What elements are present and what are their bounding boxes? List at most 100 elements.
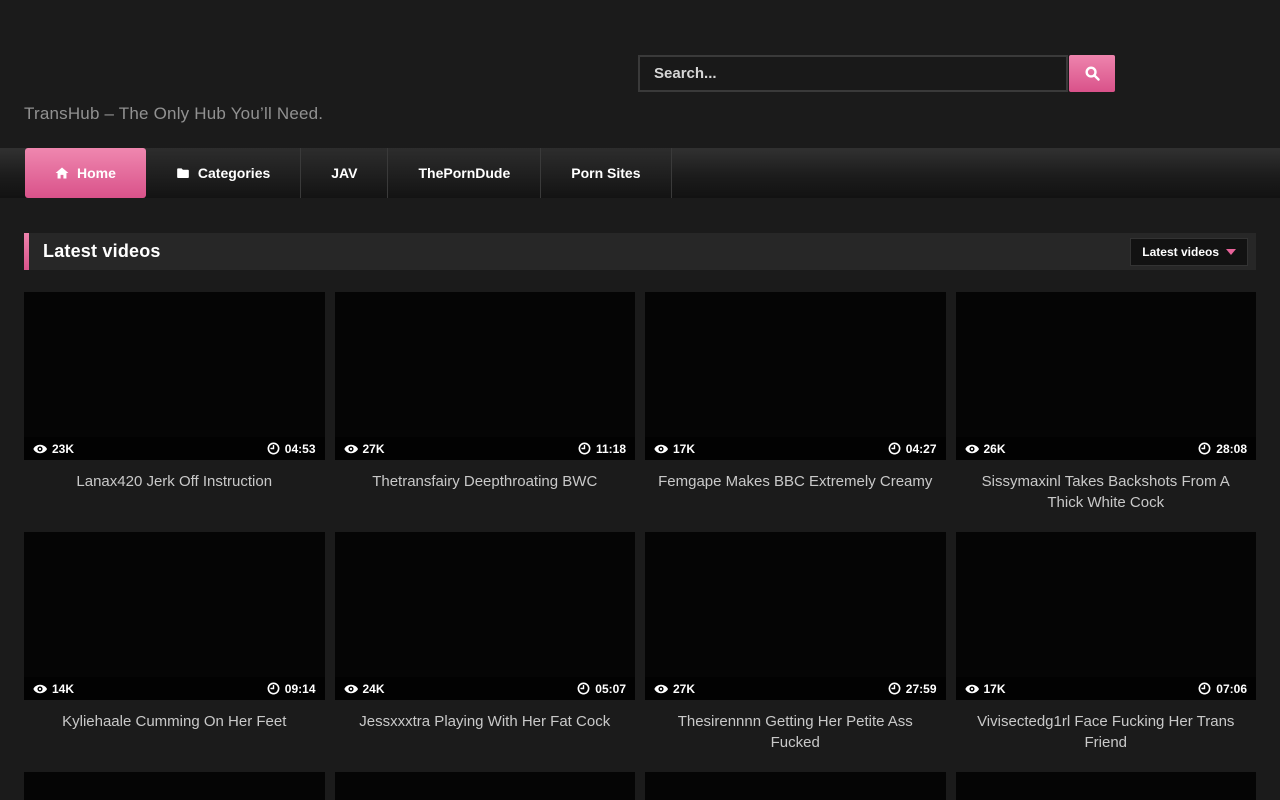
nav-item-theporndude[interactable]: ThePornDude xyxy=(388,148,541,198)
nav-item-jav[interactable]: JAV xyxy=(301,148,388,198)
video-stats-bar: 27K 27:59 xyxy=(645,677,946,700)
clock-icon xyxy=(577,682,590,695)
views-count: 23K xyxy=(52,442,74,456)
views-count: 27K xyxy=(673,682,695,696)
eye-icon xyxy=(344,442,358,456)
duration-value: 05:07 xyxy=(595,682,626,696)
duration-stat: 05:07 xyxy=(577,682,626,696)
duration-stat: 04:53 xyxy=(267,442,316,456)
eye-icon xyxy=(965,442,979,456)
duration-stat: 27:59 xyxy=(888,682,937,696)
search-input[interactable] xyxy=(638,55,1068,92)
video-title[interactable]: Vivisectedg1rl Face Fucking Her Trans Fr… xyxy=(956,700,1257,772)
views-stat: 27K xyxy=(654,682,695,696)
video-thumbnail[interactable]: 27K 11:18 xyxy=(335,292,636,460)
folder-icon xyxy=(176,166,190,180)
video-thumbnail[interactable]: 23K 04:53 xyxy=(24,292,325,460)
nav-item-categories[interactable]: Categories xyxy=(146,148,301,198)
clock-icon xyxy=(1198,442,1211,455)
video-card[interactable]: 17K 04:27 Femgape Makes BBC Extremely Cr… xyxy=(645,292,946,532)
video-stats-bar: 27K 11:18 xyxy=(335,437,636,460)
video-card[interactable]: 26K 28:08 Sissymaxinl Takes Backshots Fr… xyxy=(956,292,1257,532)
section-title: Latest videos xyxy=(43,241,161,262)
views-count: 17K xyxy=(984,682,1006,696)
video-thumbnail[interactable] xyxy=(24,772,325,800)
video-title[interactable]: Femgape Makes BBC Extremely Creamy xyxy=(645,460,946,532)
nav-item-label: Home xyxy=(77,165,116,181)
section-header: Latest videos Latest videos xyxy=(24,233,1256,270)
views-stat: 27K xyxy=(344,442,385,456)
views-stat: 17K xyxy=(654,442,695,456)
video-card[interactable] xyxy=(956,772,1257,800)
duration-stat: 07:06 xyxy=(1198,682,1247,696)
eye-icon xyxy=(33,442,47,456)
video-thumbnail[interactable]: 17K 07:06 xyxy=(956,532,1257,700)
clock-icon xyxy=(1198,682,1211,695)
video-thumbnail[interactable]: 17K 04:27 xyxy=(645,292,946,460)
video-grid: 23K 04:53 Lanax420 Jerk Off Instruction … xyxy=(24,292,1256,800)
clock-icon xyxy=(888,682,901,695)
search-form xyxy=(638,55,1115,92)
nav-menu: Home Categories JAV ThePornDude Porn Sit… xyxy=(25,148,1280,198)
views-count: 14K xyxy=(52,682,74,696)
video-thumbnail[interactable]: 24K 05:07 xyxy=(335,532,636,700)
nav-item-label: JAV xyxy=(331,165,357,181)
clock-icon xyxy=(578,442,591,455)
video-thumbnail[interactable] xyxy=(956,772,1257,800)
video-card[interactable]: 27K 11:18 Thetransfairy Deepthroating BW… xyxy=(335,292,636,532)
video-thumbnail[interactable] xyxy=(645,772,946,800)
nav-item-label: Porn Sites xyxy=(571,165,640,181)
video-title[interactable]: Sissymaxinl Takes Backshots From A Thick… xyxy=(956,460,1257,532)
duration-value: 04:53 xyxy=(285,442,316,456)
duration-value: 07:06 xyxy=(1216,682,1247,696)
views-stat: 14K xyxy=(33,682,74,696)
eye-icon xyxy=(33,682,47,696)
site-header: TransHub – The Only Hub You’ll Need. xyxy=(0,0,1280,148)
caret-down-icon xyxy=(1226,249,1236,255)
duration-value: 11:18 xyxy=(596,442,626,456)
duration-value: 09:14 xyxy=(285,682,316,696)
views-stat: 17K xyxy=(965,682,1006,696)
eye-icon xyxy=(344,682,358,696)
video-thumbnail[interactable] xyxy=(335,772,636,800)
main-content: Latest videos Latest videos 23K 04:53 xyxy=(24,233,1256,800)
clock-icon xyxy=(267,442,280,455)
search-button[interactable] xyxy=(1069,55,1115,92)
video-card[interactable]: 17K 07:06 Vivisectedg1rl Face Fucking He… xyxy=(956,532,1257,772)
duration-stat: 11:18 xyxy=(578,442,626,456)
eye-icon xyxy=(654,442,668,456)
video-stats-bar: 24K 05:07 xyxy=(335,677,636,700)
video-card[interactable]: 24K 05:07 Jessxxxtra Playing With Her Fa… xyxy=(335,532,636,772)
video-thumbnail[interactable]: 14K 09:14 xyxy=(24,532,325,700)
views-stat: 26K xyxy=(965,442,1006,456)
views-count: 17K xyxy=(673,442,695,456)
sort-dropdown-button[interactable]: Latest videos xyxy=(1130,238,1248,266)
duration-value: 04:27 xyxy=(906,442,937,456)
video-stats-bar: 23K 04:53 xyxy=(24,437,325,460)
video-title[interactable]: Jessxxxtra Playing With Her Fat Cock xyxy=(335,700,636,772)
video-card[interactable]: 23K 04:53 Lanax420 Jerk Off Instruction xyxy=(24,292,325,532)
video-card[interactable] xyxy=(335,772,636,800)
video-card[interactable]: 27K 27:59 Thesirennnn Getting Her Petite… xyxy=(645,532,946,772)
nav-item-porn-sites[interactable]: Porn Sites xyxy=(541,148,671,198)
nav-item-home[interactable]: Home xyxy=(25,148,146,198)
duration-stat: 04:27 xyxy=(888,442,937,456)
duration-value: 27:59 xyxy=(906,682,937,696)
duration-stat: 09:14 xyxy=(267,682,316,696)
video-title[interactable]: Thesirennnn Getting Her Petite Ass Fucke… xyxy=(645,700,946,772)
video-title[interactable]: Thetransfairy Deepthroating BWC xyxy=(335,460,636,532)
video-title[interactable]: Kyliehaale Cumming On Her Feet xyxy=(24,700,325,772)
views-stat: 24K xyxy=(344,682,385,696)
views-count: 27K xyxy=(363,442,385,456)
duration-stat: 28:08 xyxy=(1198,442,1247,456)
video-thumbnail[interactable]: 26K 28:08 xyxy=(956,292,1257,460)
clock-icon xyxy=(267,682,280,695)
video-thumbnail[interactable]: 27K 27:59 xyxy=(645,532,946,700)
nav-item-label: ThePornDude xyxy=(418,165,510,181)
video-card[interactable] xyxy=(24,772,325,800)
sort-dropdown-label: Latest videos xyxy=(1142,245,1219,259)
video-card[interactable] xyxy=(645,772,946,800)
video-card[interactable]: 14K 09:14 Kyliehaale Cumming On Her Feet xyxy=(24,532,325,772)
search-icon xyxy=(1084,65,1101,82)
video-title[interactable]: Lanax420 Jerk Off Instruction xyxy=(24,460,325,532)
